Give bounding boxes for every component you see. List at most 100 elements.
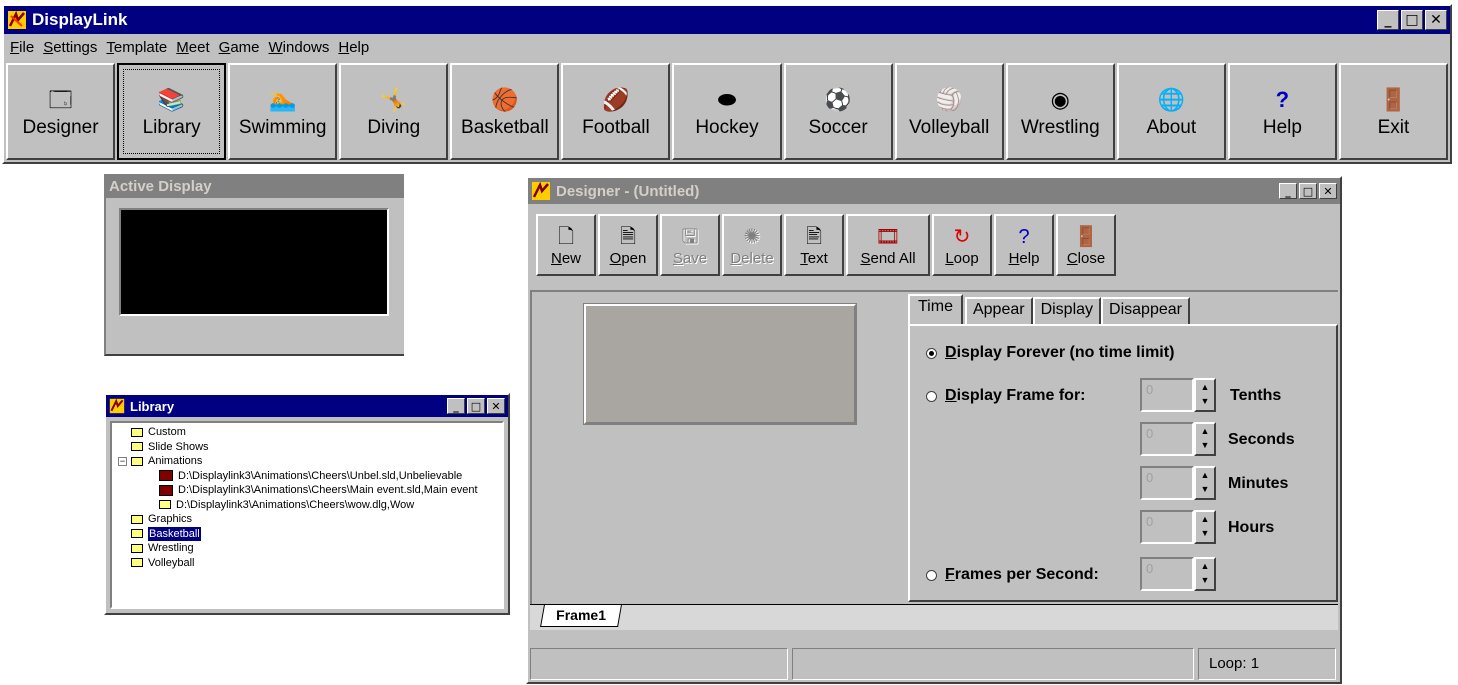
open-icon: 🗎 xyxy=(619,225,637,248)
library-minimize-button[interactable]: _ xyxy=(447,398,465,414)
toolbar-label: Football xyxy=(582,116,650,138)
toolbar-label: Diving xyxy=(367,116,421,138)
library-close-button[interactable]: ✕ xyxy=(487,398,505,414)
designer-icon: 🗔 xyxy=(48,86,73,112)
designer-send-all-button[interactable]: 🎞 Send All xyxy=(846,214,930,276)
tab-display[interactable]: Display xyxy=(1032,297,1102,324)
fps-spinner[interactable]: 0 ▲ ▼ xyxy=(1140,557,1218,591)
tree-item[interactable]: − Animations xyxy=(118,454,502,469)
hours-label: Hours xyxy=(1228,519,1275,536)
tenths-spinner[interactable]: 0 ▲ ▼ xyxy=(1140,378,1218,412)
display-frame-for-radio[interactable]: Display Frame for: xyxy=(926,387,1086,405)
tree-item[interactable]: Graphics xyxy=(118,512,502,527)
tree-item[interactable]: Basketball xyxy=(118,526,502,541)
exit-button[interactable]: 🚪 Exit xyxy=(1338,63,1449,160)
tenths-value[interactable]: 0 xyxy=(1140,378,1194,412)
display-forever-radio[interactable]: Display Forever (no time limit) xyxy=(926,344,1174,362)
seconds-spinner[interactable]: 0 ▲ ▼ xyxy=(1140,422,1218,456)
maximize-button[interactable]: □ xyxy=(1401,10,1423,30)
active-display-title-bar[interactable]: Active Display xyxy=(106,174,404,198)
tree-item[interactable]: Custom xyxy=(118,425,502,440)
spinner-arrows-icon[interactable]: ▲ ▼ xyxy=(1194,557,1216,591)
tab-appear[interactable]: Appear xyxy=(964,297,1033,324)
minutes-spinner[interactable]: 0 ▲ ▼ xyxy=(1140,466,1218,500)
diving-button[interactable]: 🤸 Diving xyxy=(339,63,449,160)
menu-settings[interactable]: Settings xyxy=(43,39,97,56)
menu-game[interactable]: Game xyxy=(219,39,260,56)
tree-item[interactable]: Wrestling xyxy=(118,541,502,556)
tree-item[interactable]: D:\Displaylink3\Animations\Cheers\wow.dl… xyxy=(118,498,502,513)
help-button[interactable]: ? Help xyxy=(1227,63,1337,160)
library-icon: 📚 xyxy=(157,86,186,112)
tree-item[interactable]: Slide Shows xyxy=(118,440,502,455)
designer-toolbar-label: New xyxy=(550,249,582,267)
menu-meet[interactable]: Meet xyxy=(176,39,209,56)
soccer-button[interactable]: ⚽ Soccer xyxy=(783,63,893,160)
displaylink-logo-icon xyxy=(531,181,551,201)
soccer-icon: ⚽ xyxy=(824,86,852,112)
frame-preview[interactable] xyxy=(583,303,857,425)
menu-template[interactable]: Template xyxy=(106,39,167,56)
displaylink-main-window: DisplayLink _ □ ✕ File Settings Template Me… xyxy=(2,4,1452,164)
about-button[interactable]: 🌐 About xyxy=(1116,63,1226,160)
diving-icon: 🤸 xyxy=(380,86,408,112)
menu-help[interactable]: Help xyxy=(338,39,369,56)
library-title-bar[interactable]: Library _ □ ✕ xyxy=(106,395,508,417)
hours-spinner[interactable]: 0 ▲ ▼ xyxy=(1140,510,1218,544)
volleyball-button[interactable]: 🏐 Volleyball xyxy=(894,63,1004,160)
library-maximize-button[interactable]: □ xyxy=(467,398,485,414)
football-button[interactable]: 🏈 Football xyxy=(561,63,671,160)
seconds-value[interactable]: 0 xyxy=(1140,422,1194,456)
tree-item[interactable]: Volleyball xyxy=(118,556,502,571)
hours-value[interactable]: 0 xyxy=(1140,510,1194,544)
designer-new-button[interactable]: 🗋 New xyxy=(536,214,596,276)
designer-close-button[interactable]: 🚪 Close xyxy=(1056,214,1116,276)
designer-maximize-button[interactable]: □ xyxy=(1299,183,1317,199)
spinner-arrows-icon[interactable]: ▲ ▼ xyxy=(1194,510,1216,544)
spinner-arrows-icon[interactable]: ▲ ▼ xyxy=(1194,378,1216,412)
spinner-arrows-icon[interactable]: ▲ ▼ xyxy=(1194,422,1216,456)
collapse-icon[interactable]: − xyxy=(118,456,127,466)
designer-text-button[interactable]: 🖹 Text xyxy=(784,214,844,276)
radio-dot xyxy=(926,390,937,402)
tab-time[interactable]: Time xyxy=(908,294,963,324)
main-title-bar[interactable]: DisplayLink _ □ ✕ xyxy=(4,6,1450,34)
fps-value[interactable]: 0 xyxy=(1140,557,1194,591)
minimize-button[interactable]: _ xyxy=(1377,10,1399,30)
designer-button[interactable]: 🗔 Designer xyxy=(6,63,116,160)
radio-dot xyxy=(926,347,937,359)
designer-close-button[interactable]: ✕ xyxy=(1319,183,1337,199)
tree-item[interactable]: D:\Displaylink3\Animations\Cheers\Unbel.… xyxy=(118,469,502,484)
tree-item[interactable]: D:\Displaylink3\Animations\Cheers\Main e… xyxy=(118,483,502,498)
loop-status: Loop: 1 xyxy=(1198,648,1336,680)
library-title: Library xyxy=(130,398,175,414)
designer-toolbar-label: Open xyxy=(609,249,647,267)
menu-file[interactable]: File xyxy=(10,39,34,56)
swimming-button[interactable]: 🏊 Swimming xyxy=(228,63,338,160)
designer-save-button[interactable]: 🖫 Save xyxy=(660,214,720,276)
designer-title-bar[interactable]: Designer - (Untitled) _ □ ✕ xyxy=(528,178,1340,204)
volleyball-icon: 🏐 xyxy=(935,86,963,112)
library-button[interactable]: 📚 Library xyxy=(117,63,227,160)
minutes-value[interactable]: 0 xyxy=(1140,466,1194,500)
designer-minimize-button[interactable]: _ xyxy=(1279,183,1297,199)
close-button[interactable]: ✕ xyxy=(1425,10,1447,30)
folder-icon xyxy=(131,442,143,452)
folder-icon xyxy=(131,543,143,553)
designer-workspace: Time Appear Display Disappear Display Forev… xyxy=(530,290,1338,604)
designer-open-button[interactable]: 🗎 Open xyxy=(598,214,658,276)
designer-delete-button[interactable]: ✺ Delete xyxy=(722,214,782,276)
frames-per-second-radio[interactable]: Frames per Second: xyxy=(926,566,1099,584)
frame-tab-frame1[interactable]: Frame1 xyxy=(540,605,622,627)
basketball-button[interactable]: 🏀 Basketball xyxy=(450,63,560,160)
minutes-label: Minutes xyxy=(1228,475,1289,492)
tree-item-label: Wrestling xyxy=(148,542,194,554)
hockey-button[interactable]: ⬬ Hockey xyxy=(672,63,782,160)
spinner-arrows-icon[interactable]: ▲ ▼ xyxy=(1194,466,1216,500)
menu-windows[interactable]: Windows xyxy=(269,39,330,56)
tab-disappear[interactable]: Disappear xyxy=(1101,297,1190,324)
designer-help-button[interactable]: ? Help xyxy=(994,214,1054,276)
designer-loop-button[interactable]: ↻ Loop xyxy=(932,214,992,276)
toolbar-label: Swimming xyxy=(238,116,327,138)
wrestling-button[interactable]: ◉ Wrestling xyxy=(1005,63,1115,160)
